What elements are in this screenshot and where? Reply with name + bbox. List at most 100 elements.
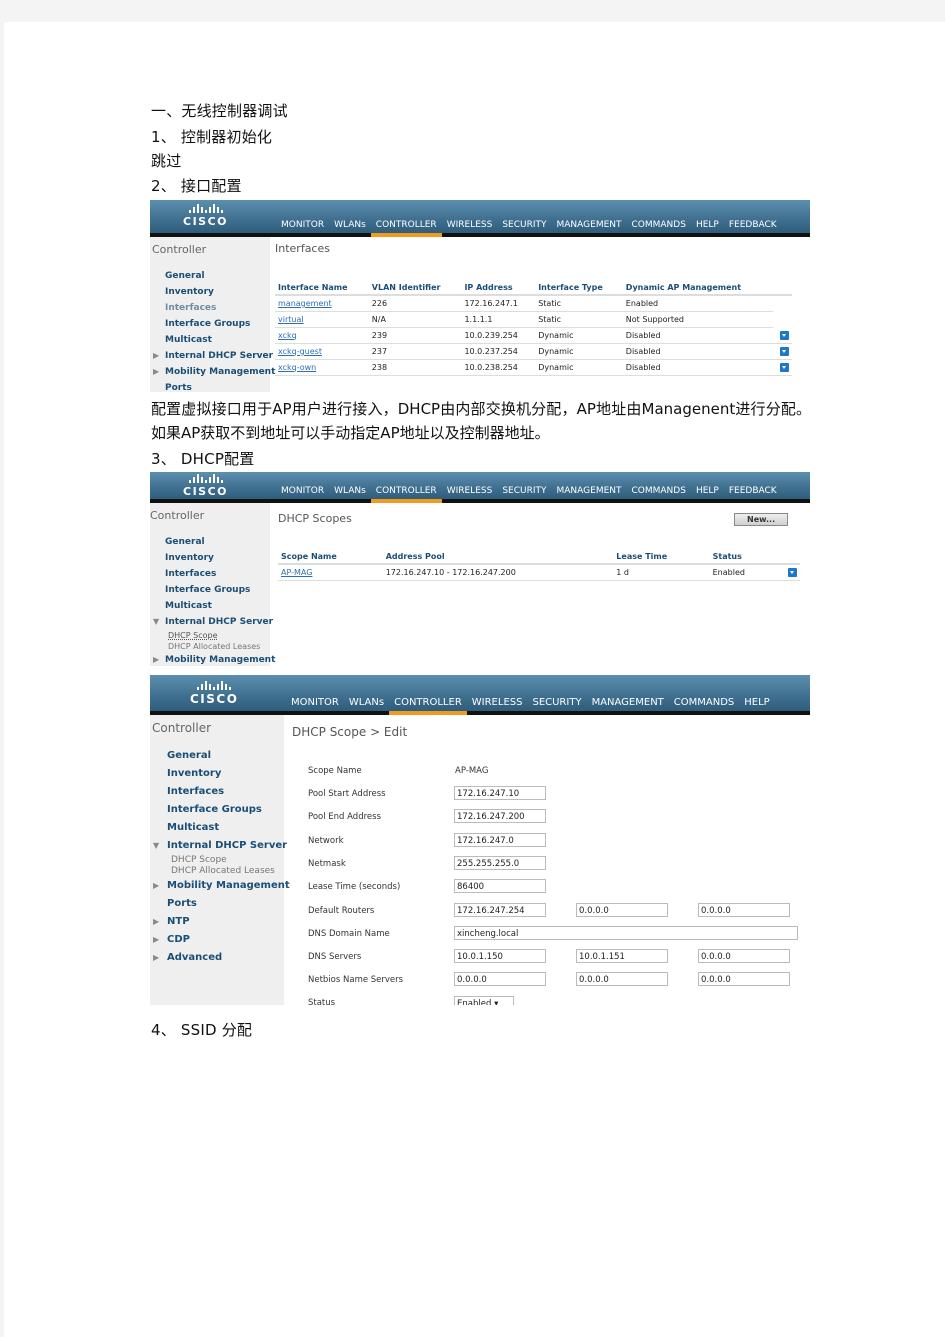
collapse-arrow-icon: ▼: [153, 617, 160, 626]
col-interface-name: Interface Name: [275, 281, 369, 296]
label-netbios: Netbios Name Servers: [308, 975, 404, 985]
menu-commands[interactable]: COMMANDS: [627, 485, 691, 497]
cisco-logo: CISCO: [183, 473, 228, 499]
menu-monitor[interactable]: MONITOR: [286, 697, 344, 709]
sidebar-item-general[interactable]: General: [150, 747, 284, 765]
menu-security[interactable]: SECURITY: [527, 697, 586, 709]
sidebar-item-general[interactable]: General: [150, 268, 270, 284]
menu-help[interactable]: HELP: [739, 697, 774, 709]
sidebar-item-cdp[interactable]: ▶ CDP: [150, 931, 284, 949]
row-dropdown-icon[interactable]: [788, 568, 797, 577]
sidebar-item-mobility[interactable]: ▶ Mobility Management: [150, 652, 275, 666]
dns-domain-input[interactable]: xincheng.local: [454, 926, 798, 940]
interface-link[interactable]: xckq-own: [278, 363, 316, 372]
menu-wlans[interactable]: WLANs: [329, 219, 371, 231]
menu-management[interactable]: MANAGEMENT: [552, 485, 627, 497]
sidebar-sub-dhcp-scope[interactable]: DHCP Scope: [150, 855, 284, 866]
scope-name-value: AP-MAG: [455, 766, 489, 776]
menu-help[interactable]: HELP: [691, 219, 724, 231]
sidebar-item-inventory[interactable]: Inventory: [150, 550, 270, 566]
sidebar-item-multicast[interactable]: Multicast: [150, 598, 270, 614]
page-title: Interfaces: [275, 242, 330, 255]
sidebar-item-ports[interactable]: Ports: [150, 380, 270, 392]
new-button[interactable]: New...: [734, 513, 789, 526]
sidebar-sub-dhcp-leases[interactable]: DHCP Allocated Leases: [150, 641, 270, 652]
expand-arrow-icon: ▶: [153, 881, 160, 890]
interfaces-table: Interface Name VLAN Identifier IP Addres…: [275, 281, 792, 376]
doc-step-1: 1、 控制器初始化: [151, 128, 273, 146]
expand-arrow-icon: ▶: [153, 351, 160, 360]
menu-monitor[interactable]: MONITOR: [276, 485, 329, 497]
dns-server-3-input[interactable]: 0.0.0.0: [698, 949, 790, 963]
menu-commands[interactable]: COMMANDS: [669, 697, 739, 709]
sidebar-item-inventory[interactable]: Inventory: [150, 284, 270, 300]
sidebar-item-interface-groups[interactable]: Interface Groups: [150, 582, 270, 598]
doc-step-3: 3、 DHCP配置: [151, 450, 255, 468]
sidebar-item-advanced[interactable]: ▶ Advanced: [150, 949, 284, 967]
sidebar-item-mobility[interactable]: ▶ Mobility Management: [150, 364, 275, 380]
interface-link[interactable]: management: [278, 299, 332, 308]
menu-monitor[interactable]: MONITOR: [276, 219, 329, 231]
interface-link[interactable]: xckq-guest: [278, 347, 322, 356]
interface-link[interactable]: xckq: [278, 331, 297, 340]
menu-security[interactable]: SECURITY: [497, 219, 551, 231]
default-router-1-input[interactable]: 172.16.247.254: [454, 903, 546, 917]
doc-paragraph: 配置虚拟接口用于AP用户进行接入，DHCP由内部交换机分配，AP地址由Manag…: [151, 400, 811, 442]
menu-management[interactable]: MANAGEMENT: [587, 697, 669, 709]
default-router-3-input[interactable]: 0.0.0.0: [698, 903, 790, 917]
sidebar-item-multicast[interactable]: Multicast: [150, 332, 270, 348]
lease-time-input[interactable]: 86400: [454, 879, 546, 893]
row-dropdown-icon[interactable]: [780, 347, 789, 356]
sidebar-item-interfaces[interactable]: Interfaces: [150, 566, 270, 582]
interface-link[interactable]: virtual: [278, 315, 304, 324]
pool-end-input[interactable]: 172.16.247.200: [454, 809, 546, 823]
menu-help[interactable]: HELP: [691, 485, 724, 497]
status-select[interactable]: Enabled ▾: [454, 996, 514, 1005]
sidebar-sub-dhcp-leases[interactable]: DHCP Allocated Leases: [150, 866, 284, 877]
pool-start-input[interactable]: 172.16.247.10: [454, 786, 546, 800]
netbios-3-input[interactable]: 0.0.0.0: [698, 972, 790, 986]
row-dropdown-icon[interactable]: [780, 330, 789, 340]
sidebar-item-inventory[interactable]: Inventory: [150, 765, 284, 783]
collapse-arrow-icon: ▼: [153, 841, 160, 850]
dns-server-2-input[interactable]: 10.0.1.151: [576, 949, 668, 963]
netbios-2-input[interactable]: 0.0.0.0: [576, 972, 668, 986]
doc-step-2: 2、 接口配置: [151, 177, 242, 195]
label-status: Status: [308, 998, 336, 1005]
netbios-1-input[interactable]: 0.0.0.0: [454, 972, 546, 986]
sidebar-item-interfaces[interactable]: Interfaces: [150, 783, 284, 801]
default-router-2-input[interactable]: 0.0.0.0: [576, 903, 668, 917]
menu-controller[interactable]: CONTROLLER: [370, 219, 442, 237]
expand-arrow-icon: ▶: [153, 917, 160, 926]
menu-wireless[interactable]: WIRELESS: [442, 485, 498, 497]
sidebar-sub-dhcp-scope[interactable]: DHCP Scope: [150, 630, 270, 641]
menu-feedback[interactable]: FEEDBACK: [724, 219, 782, 231]
row-dropdown-icon[interactable]: [780, 363, 789, 372]
menu-security[interactable]: SECURITY: [497, 485, 551, 497]
menu-wlans[interactable]: WLANs: [329, 485, 371, 497]
menu-controller[interactable]: CONTROLLER: [389, 697, 467, 715]
menu-feedback[interactable]: FEEDBACK: [724, 485, 782, 497]
sidebar-item-mobility[interactable]: ▶ Mobility Management: [150, 877, 290, 895]
sidebar-item-interfaces[interactable]: Interfaces: [150, 300, 270, 316]
menu-wireless[interactable]: WIRELESS: [467, 697, 528, 709]
menu-wireless[interactable]: WIRELESS: [442, 219, 498, 231]
menu-commands[interactable]: COMMANDS: [627, 219, 691, 231]
sidebar-item-ports[interactable]: Ports: [150, 895, 284, 913]
menu-controller[interactable]: CONTROLLER: [370, 485, 442, 503]
menu-wlans[interactable]: WLANs: [344, 697, 389, 709]
sidebar-item-multicast[interactable]: Multicast: [150, 819, 284, 837]
sidebar-item-internal-dhcp[interactable]: ▼ Internal DHCP Server: [150, 614, 273, 630]
sidebar-item-ntp[interactable]: ▶ NTP: [150, 913, 284, 931]
netmask-input[interactable]: 255.255.255.0: [454, 856, 546, 870]
sidebar-item-interface-groups[interactable]: Interface Groups: [150, 316, 270, 332]
network-input[interactable]: 172.16.247.0: [454, 833, 546, 847]
scope-link[interactable]: AP-MAG: [281, 568, 312, 577]
menu-management[interactable]: MANAGEMENT: [552, 219, 627, 231]
sidebar-item-interface-groups[interactable]: Interface Groups: [150, 801, 284, 819]
sidebar-item-general[interactable]: General: [150, 534, 270, 550]
sidebar-item-internal-dhcp[interactable]: ▶ Internal DHCP Server: [150, 348, 273, 364]
sidebar-item-internal-dhcp[interactable]: ▼ Internal DHCP Server: [150, 837, 287, 855]
expand-arrow-icon: ▶: [153, 367, 160, 376]
dns-server-1-input[interactable]: 10.0.1.150: [454, 949, 546, 963]
